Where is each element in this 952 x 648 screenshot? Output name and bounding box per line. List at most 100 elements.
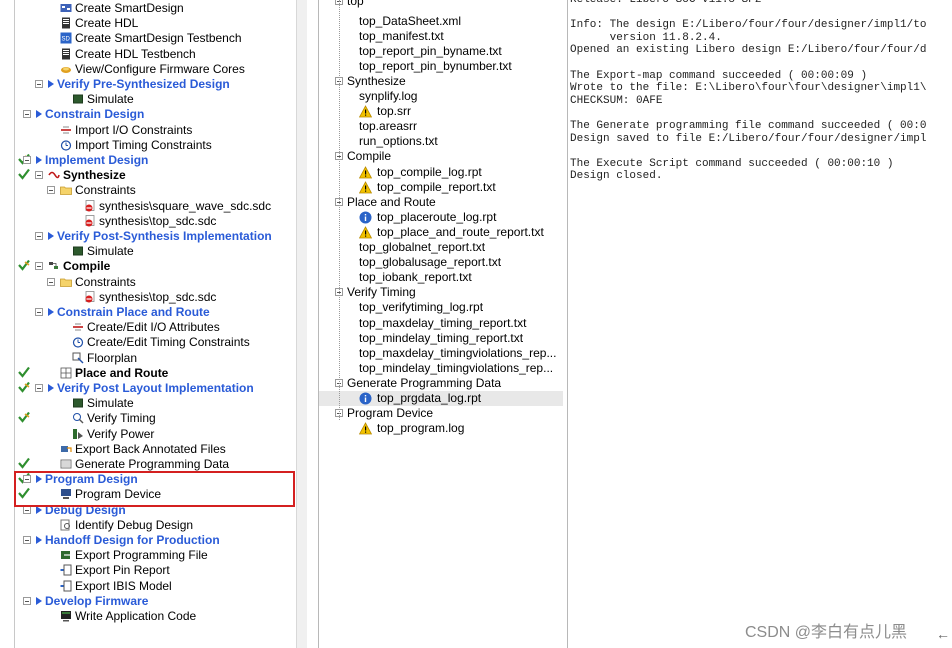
check-icon bbox=[18, 366, 32, 381]
report-label: top.srr bbox=[377, 104, 412, 119]
report-label: Generate Programming Data bbox=[347, 375, 502, 390]
collapse-toggle-icon[interactable] bbox=[23, 110, 31, 119]
flow-item-write-application-code[interactable]: Write Application Code bbox=[15, 609, 296, 624]
flow-item-simulate[interactable]: Simulate bbox=[15, 244, 296, 259]
report-file-run-options-txt[interactable]: run_options.txt bbox=[319, 134, 563, 149]
flow-item-verify-post-layout-implementation[interactable]: Verify Post Layout Implementation bbox=[15, 381, 296, 396]
warning-icon bbox=[358, 165, 373, 179]
collapse-toggle-icon[interactable] bbox=[23, 156, 31, 164]
flow-item-export-pin-report[interactable]: Export Pin Report bbox=[15, 563, 296, 578]
flow-item-simulate[interactable]: Simulate bbox=[15, 92, 296, 107]
report-file-top-mindelay-timing-report-txt[interactable]: top_mindelay_timing_report.txt bbox=[319, 331, 563, 346]
report-file-top-compile-report-txt[interactable]: top_compile_report.txt bbox=[319, 180, 563, 195]
report-file-top-mindelay-timingviolations-rep[interactable]: top_mindelay_timingviolations_rep... bbox=[319, 361, 563, 376]
report-group-program-device[interactable]: Program Device bbox=[319, 406, 563, 421]
verify-timing-icon bbox=[72, 412, 84, 424]
report-file-top-program-log[interactable]: top_program.log bbox=[319, 421, 563, 436]
collapse-toggle-icon[interactable] bbox=[35, 80, 43, 88]
report-file-top-prgdata-log-rpt[interactable]: top_prgdata_log.rpt bbox=[319, 391, 563, 407]
flow-item-label: Verify Power bbox=[87, 426, 155, 441]
report-file-top-globalnet-report-txt[interactable]: top_globalnet_report.txt bbox=[319, 240, 563, 255]
report-file-top-areasrr[interactable]: top.areasrr bbox=[319, 119, 563, 134]
report-file-top-iobank-report-txt[interactable]: top_iobank_report.txt bbox=[319, 270, 563, 285]
report-file-top-manifest-txt[interactable]: top_manifest.txt bbox=[319, 29, 563, 44]
flow-item-export-back-annotated-files[interactable]: Export Back Annotated Files bbox=[15, 442, 296, 457]
flow-item-label: Place and Route bbox=[75, 365, 169, 380]
report-file-top-globalusage-report-txt[interactable]: top_globalusage_report.txt bbox=[319, 255, 563, 270]
report-label: top_prgdata_log.rpt bbox=[377, 391, 482, 406]
report-group-verify-timing[interactable]: Verify Timing bbox=[319, 285, 563, 300]
collapse-toggle-icon[interactable] bbox=[47, 277, 55, 286]
flow-item-label: Identify Debug Design bbox=[75, 517, 194, 532]
flow-item-floorplan[interactable]: Floorplan bbox=[15, 351, 296, 366]
flow-item-constrain-place-and-route[interactable]: Constrain Place and Route bbox=[15, 305, 296, 320]
flow-item-verify-post-synthesis-implementation[interactable]: Verify Post-Synthesis Implementation bbox=[15, 229, 296, 244]
svg-text:SD: SD bbox=[62, 37, 71, 43]
collapse-toggle-icon[interactable] bbox=[23, 536, 31, 544]
report-group-synthesize[interactable]: Synthesize bbox=[319, 74, 563, 89]
design-flow-scrollbar[interactable] bbox=[296, 0, 307, 648]
flow-item-synthesis-top-sdc-sdc[interactable]: synthesis\top_sdc.sdc bbox=[15, 214, 296, 229]
flow-item-synthesis-top-sdc-sdc[interactable]: synthesis\top_sdc.sdc bbox=[15, 290, 296, 305]
flow-item-create-edit-timing-constraints[interactable]: Create/Edit Timing Constraints bbox=[15, 335, 296, 350]
collapse-toggle-icon[interactable] bbox=[35, 171, 43, 180]
flow-item-create-edit-i-o-attributes[interactable]: Create/Edit I/O Attributes bbox=[15, 320, 296, 335]
log-line: The Execute Script command succeeded ( 0… bbox=[570, 157, 894, 170]
report-file-top-verifytiming-log-rpt[interactable]: top_verifytiming_log.rpt bbox=[319, 300, 563, 315]
report-group-place-and-route[interactable]: Place and Route bbox=[319, 195, 563, 210]
flow-item-compile[interactable]: Compile bbox=[15, 259, 296, 274]
report-file-top-maxdelay-timingviolations-rep[interactable]: top_maxdelay_timingviolations_rep... bbox=[319, 346, 563, 361]
report-label: top_maxdelay_timing_report.txt bbox=[359, 315, 527, 330]
flow-item-simulate[interactable]: Simulate bbox=[15, 396, 296, 411]
collapse-toggle-icon[interactable] bbox=[47, 186, 55, 195]
folder-icon bbox=[60, 184, 72, 196]
info-icon bbox=[359, 211, 372, 224]
flow-item-synthesize[interactable]: Synthesize bbox=[15, 168, 296, 183]
report-file-top-place-and-route-report-txt[interactable]: top_place_and_route_report.txt bbox=[319, 225, 563, 240]
flow-item-develop-firmware[interactable]: Develop Firmware bbox=[15, 594, 296, 609]
flow-item-create-smartdesign[interactable]: Create SmartDesign bbox=[15, 1, 296, 16]
collapse-toggle-icon[interactable] bbox=[35, 384, 43, 392]
report-group-generate-programming-data[interactable]: Generate Programming Data bbox=[319, 376, 563, 391]
flow-item-generate-programming-data[interactable]: Generate Programming Data bbox=[15, 457, 296, 472]
collapse-toggle-icon[interactable] bbox=[35, 262, 43, 271]
warning-icon bbox=[358, 180, 373, 194]
flow-item-constraints[interactable]: Constraints bbox=[15, 183, 296, 198]
report-file-top-maxdelay-timing-report-txt[interactable]: top_maxdelay_timing_report.txt bbox=[319, 316, 563, 331]
flow-item-import-i-o-constraints[interactable]: Import I/O Constraints bbox=[15, 123, 296, 138]
flow-item-handoff-design-for-production[interactable]: Handoff Design for Production bbox=[15, 533, 296, 548]
flow-item-implement-design[interactable]: Implement Design bbox=[15, 153, 296, 168]
flow-item-create-smartdesign-testbench[interactable]: SD Create SmartDesign Testbench bbox=[15, 31, 296, 46]
report-group-compile[interactable]: Compile bbox=[319, 149, 563, 164]
collapse-toggle-icon[interactable] bbox=[35, 308, 43, 316]
flow-item-create-hdl-testbench[interactable]: Create HDL Testbench bbox=[15, 47, 296, 62]
collapse-toggle-icon[interactable] bbox=[23, 596, 31, 605]
report-label: top bbox=[347, 0, 364, 8]
flow-item-constrain-design[interactable]: Constrain Design bbox=[15, 107, 296, 122]
report-file-top-placeroute-log-rpt[interactable]: top_placeroute_log.rpt bbox=[319, 210, 563, 225]
design-flow-panel: Create SmartDesign Create HDL SD Create Sma… bbox=[0, 0, 296, 648]
report-file-synplify-log[interactable]: synplify.log bbox=[319, 89, 563, 104]
report-file-top-srr[interactable]: top.srr bbox=[319, 104, 563, 119]
flow-item-import-timing-constraints[interactable]: Import Timing Constraints bbox=[15, 138, 296, 153]
flow-item-verify-pre-synthesized-design[interactable]: Verify Pre-Synthesized Design bbox=[15, 77, 296, 92]
flow-item-verify-timing[interactable]: Verify Timing bbox=[15, 411, 296, 426]
report-file-top-datasheet-xml[interactable]: top_DataSheet.xml bbox=[319, 14, 563, 29]
report-file-top-compile-log-rpt[interactable]: top_compile_log.rpt bbox=[319, 165, 563, 180]
flow-item-export-ibis-model[interactable]: Export IBIS Model bbox=[15, 579, 296, 594]
flow-item-view-configure-firmware-cores[interactable]: View/Configure Firmware Cores bbox=[15, 62, 296, 77]
flow-item-verify-power[interactable]: Verify Power bbox=[15, 427, 296, 442]
collapse-toggle-icon[interactable] bbox=[35, 232, 43, 240]
warning-icon bbox=[358, 422, 373, 435]
report-file-top-report-pin-bynumber-txt[interactable]: top_report_pin_bynumber.txt bbox=[319, 59, 563, 74]
flow-item-identify-debug-design[interactable]: Identify Debug Design bbox=[15, 518, 296, 533]
flow-item-synthesis-square-wave-sdc-sdc[interactable]: synthesis\square_wave_sdc.sdc bbox=[15, 199, 296, 214]
flow-item-export-programming-file[interactable]: Export Programming File bbox=[15, 548, 296, 563]
report-label: top_mindelay_timingviolations_rep... bbox=[359, 360, 554, 375]
flow-item-create-hdl[interactable]: Create HDL bbox=[15, 16, 296, 31]
report-file-top-report-pin-byname-txt[interactable]: top_report_pin_byname.txt bbox=[319, 44, 563, 59]
flow-item-place-and-route[interactable]: Place and Route bbox=[15, 366, 296, 381]
log-text: Release: Libero SoC v11.8 SP2 Info: The … bbox=[570, 0, 926, 183]
flow-item-constraints[interactable]: Constraints bbox=[15, 275, 296, 290]
report-group-top[interactable]: top bbox=[319, 0, 563, 9]
